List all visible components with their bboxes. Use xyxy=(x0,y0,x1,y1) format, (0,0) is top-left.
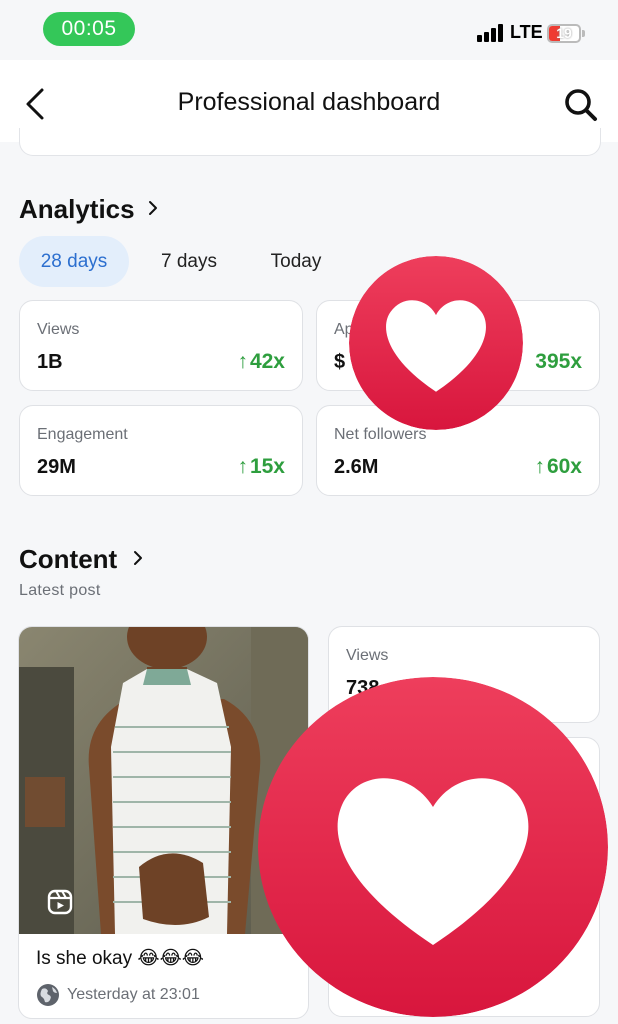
stat-label: Engagement xyxy=(37,426,128,443)
heart-icon xyxy=(349,256,523,430)
stat-label: Views xyxy=(37,321,80,338)
battery-icon: 19 xyxy=(547,24,581,43)
signal-icon xyxy=(477,24,505,42)
chevron-right-icon[interactable] xyxy=(131,548,145,568)
reel-icon xyxy=(47,889,73,915)
analytics-title[interactable]: Analytics xyxy=(19,194,135,225)
network-label: LTE xyxy=(510,22,543,42)
stat-value: $ xyxy=(334,351,346,373)
up-arrow-icon: ↑ xyxy=(534,455,545,478)
stat-delta-value: 15x xyxy=(249,455,285,478)
search-icon[interactable] xyxy=(562,86,600,124)
stat-delta-value: 60x xyxy=(546,455,582,478)
stat-delta-value: 395x xyxy=(535,350,582,373)
stat-card-engagement[interactable]: Engagement 29M ↑15x xyxy=(19,405,303,496)
status-time: 00:05 xyxy=(43,12,135,46)
globe-icon xyxy=(37,984,59,1006)
stat-value: 2.6M xyxy=(334,456,379,478)
content-title[interactable]: Content xyxy=(19,544,117,575)
stat-label: Net followers xyxy=(334,426,427,443)
up-arrow-icon: ↑ xyxy=(237,455,248,478)
previous-card-edge xyxy=(19,128,601,156)
chevron-right-icon[interactable] xyxy=(146,198,160,218)
post-meta: Yesterday at 23:01 xyxy=(36,983,200,1007)
stat-value: 29M xyxy=(37,456,76,478)
post-timestamp: Yesterday at 23:01 xyxy=(67,986,200,1003)
stat-delta-value: 42x xyxy=(249,350,285,373)
up-arrow-icon: ↑ xyxy=(237,350,248,373)
battery-cap xyxy=(582,30,585,37)
stat-delta: 395x xyxy=(533,350,582,374)
heart-icon xyxy=(258,677,608,1017)
stat-delta: ↑15x xyxy=(237,455,285,479)
page-title: Professional dashboard xyxy=(177,88,441,116)
range-today[interactable]: Today xyxy=(258,236,334,287)
stat-delta: ↑42x xyxy=(237,350,285,374)
range-28-days[interactable]: 28 days xyxy=(19,236,129,287)
content-subtitle: Latest post xyxy=(19,582,101,599)
stat-card-views[interactable]: Views 1B ↑42x xyxy=(19,300,303,391)
post-caption: Is she okay 😂😂😂 xyxy=(36,948,204,969)
battery-level: 19 xyxy=(556,25,572,41)
stat-value: 1B xyxy=(37,351,63,373)
stat-delta: ↑60x xyxy=(534,455,582,479)
range-7-days[interactable]: 7 days xyxy=(146,236,232,287)
side-stat-label: Views xyxy=(346,647,389,664)
